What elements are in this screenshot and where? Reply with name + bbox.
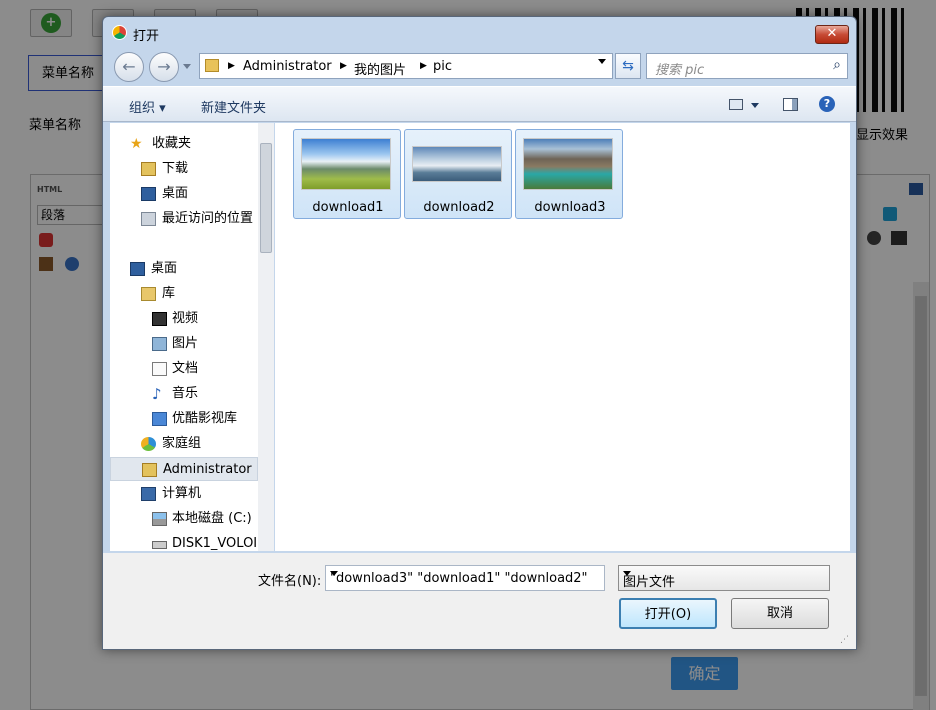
nav-music[interactable]: ♪ 音乐 bbox=[110, 382, 258, 406]
view-options-icon[interactable] bbox=[729, 99, 743, 110]
forward-button[interactable]: → bbox=[149, 52, 179, 82]
nav-libraries[interactable]: 库 bbox=[110, 282, 258, 306]
desktop-icon bbox=[130, 262, 145, 276]
youku-library-icon bbox=[152, 412, 167, 426]
address-dropdown-icon[interactable] bbox=[598, 59, 606, 64]
library-icon bbox=[141, 287, 156, 301]
back-arrow-icon: ← bbox=[122, 57, 136, 76]
recent-places-icon bbox=[141, 212, 156, 226]
nav-desktop-fav[interactable]: 桌面 bbox=[110, 182, 258, 206]
view-dropdown-icon[interactable] bbox=[751, 103, 759, 108]
nav-favorites[interactable]: ★ 收藏夹 bbox=[110, 132, 258, 156]
file-name: download3 bbox=[534, 200, 606, 215]
nav-recent-places[interactable]: 最近访问的位置 bbox=[110, 207, 258, 231]
close-button[interactable]: ✕ bbox=[815, 25, 849, 44]
nav-videos[interactable]: 视频 bbox=[110, 307, 258, 331]
desktop-icon bbox=[141, 187, 156, 201]
file-item-download3[interactable]: download3 bbox=[515, 129, 623, 219]
chrome-icon bbox=[112, 25, 127, 40]
search-icon[interactable]: ⌕ bbox=[833, 57, 841, 73]
navigation-row: ← → ▶ Administrator ▶ 我的图片 ▶ pic ⇆ 搜索 pi… bbox=[103, 48, 856, 84]
removable-disk-icon bbox=[152, 541, 167, 549]
nav-homegroup[interactable]: 家庭组 bbox=[110, 432, 258, 456]
thumbnail-image bbox=[412, 146, 502, 182]
forward-arrow-icon: → bbox=[157, 57, 171, 76]
filename-value: "download3" "download1" "download2" bbox=[330, 571, 588, 586]
nav-administrator[interactable]: Administrator bbox=[110, 457, 258, 481]
local-disk-icon bbox=[152, 512, 167, 526]
nav-desktop[interactable]: 桌面 bbox=[110, 257, 258, 281]
address-bar[interactable]: ▶ Administrator ▶ 我的图片 ▶ pic bbox=[199, 53, 613, 79]
filename-input[interactable]: "download3" "download1" "download2" bbox=[325, 565, 605, 591]
file-item-download1[interactable]: download1 bbox=[293, 129, 401, 219]
refresh-button[interactable]: ⇆ bbox=[615, 53, 641, 79]
music-icon: ♪ bbox=[152, 385, 162, 403]
star-icon: ★ bbox=[130, 136, 143, 152]
filetype-select[interactable]: 图片文件 bbox=[618, 565, 830, 591]
search-placeholder: 搜索 pic bbox=[655, 63, 705, 78]
breadcrumb-administrator[interactable]: Administrator bbox=[243, 59, 332, 74]
cancel-button[interactable]: 取消 bbox=[731, 598, 829, 629]
nav-local-disk-c[interactable]: 本地磁盘 (C:) bbox=[110, 507, 258, 531]
back-button[interactable]: ← bbox=[114, 52, 144, 82]
recent-dropdown-icon[interactable] bbox=[183, 64, 191, 69]
download-folder-icon bbox=[141, 162, 156, 176]
pictures-icon bbox=[152, 337, 167, 351]
help-icon[interactable]: ? bbox=[819, 96, 835, 112]
dialog-toolbar: 组织 ▾ 新建文件夹 ? bbox=[103, 86, 856, 122]
breadcrumb-separator-icon: ▶ bbox=[340, 61, 347, 71]
file-item-download2[interactable]: download2 bbox=[404, 129, 512, 219]
thumbnail-image bbox=[301, 138, 391, 190]
thumbnail-image bbox=[523, 138, 613, 190]
refresh-icon: ⇆ bbox=[622, 58, 634, 74]
resize-grip-icon[interactable]: ⋰ bbox=[840, 635, 849, 645]
search-box[interactable]: 搜索 pic ⌕ bbox=[646, 53, 848, 79]
user-folder-icon bbox=[142, 463, 157, 477]
navigation-scrollbar[interactable] bbox=[258, 123, 274, 551]
breadcrumb-my-pictures[interactable]: 我的图片 bbox=[354, 59, 406, 78]
breadcrumb-separator-icon: ▶ bbox=[228, 61, 235, 71]
nav-pictures[interactable]: 图片 bbox=[110, 332, 258, 356]
breadcrumb-pic[interactable]: pic bbox=[433, 59, 452, 74]
navigation-pane: ★ 收藏夹 下载 桌面 最近访问的位置 桌面 库 视频 图片 文档 ♪ 音乐 优酷影… bbox=[110, 123, 274, 551]
homegroup-icon bbox=[141, 437, 156, 451]
nav-disk1[interactable]: DISK1_VOLOI bbox=[110, 532, 258, 551]
nav-downloads[interactable]: 下载 bbox=[110, 157, 258, 181]
dialog-title: 打开 bbox=[133, 29, 160, 44]
folder-icon bbox=[205, 59, 219, 72]
organize-menu[interactable]: 组织 ▾ bbox=[129, 97, 166, 116]
filename-label: 文件名(N): bbox=[258, 574, 322, 589]
preview-pane-icon[interactable] bbox=[783, 98, 798, 111]
video-icon bbox=[152, 312, 167, 326]
file-name: download1 bbox=[312, 200, 384, 215]
filetype-dropdown-icon bbox=[623, 571, 631, 576]
open-file-dialog: 打开 ✕ ← → ▶ Administrator ▶ 我的图片 ▶ pic ⇆ … bbox=[102, 16, 857, 650]
open-button[interactable]: 打开(O) bbox=[619, 598, 717, 629]
nav-computer[interactable]: 计算机 bbox=[110, 482, 258, 506]
breadcrumb-separator-icon: ▶ bbox=[420, 61, 427, 71]
new-folder-button[interactable]: 新建文件夹 bbox=[201, 97, 266, 116]
file-name: download2 bbox=[423, 200, 495, 215]
nav-youku-library[interactable]: 优酷影视库 bbox=[110, 407, 258, 431]
nav-documents[interactable]: 文档 bbox=[110, 357, 258, 381]
file-list[interactable]: download1 download2 download3 bbox=[275, 123, 850, 551]
documents-icon bbox=[152, 362, 167, 376]
filename-dropdown-icon[interactable] bbox=[330, 571, 338, 576]
dialog-titlebar[interactable]: 打开 ✕ bbox=[103, 17, 856, 47]
dialog-bottom-panel: 文件名(N): "download3" "download1" "downloa… bbox=[103, 553, 856, 649]
computer-icon bbox=[141, 487, 156, 501]
